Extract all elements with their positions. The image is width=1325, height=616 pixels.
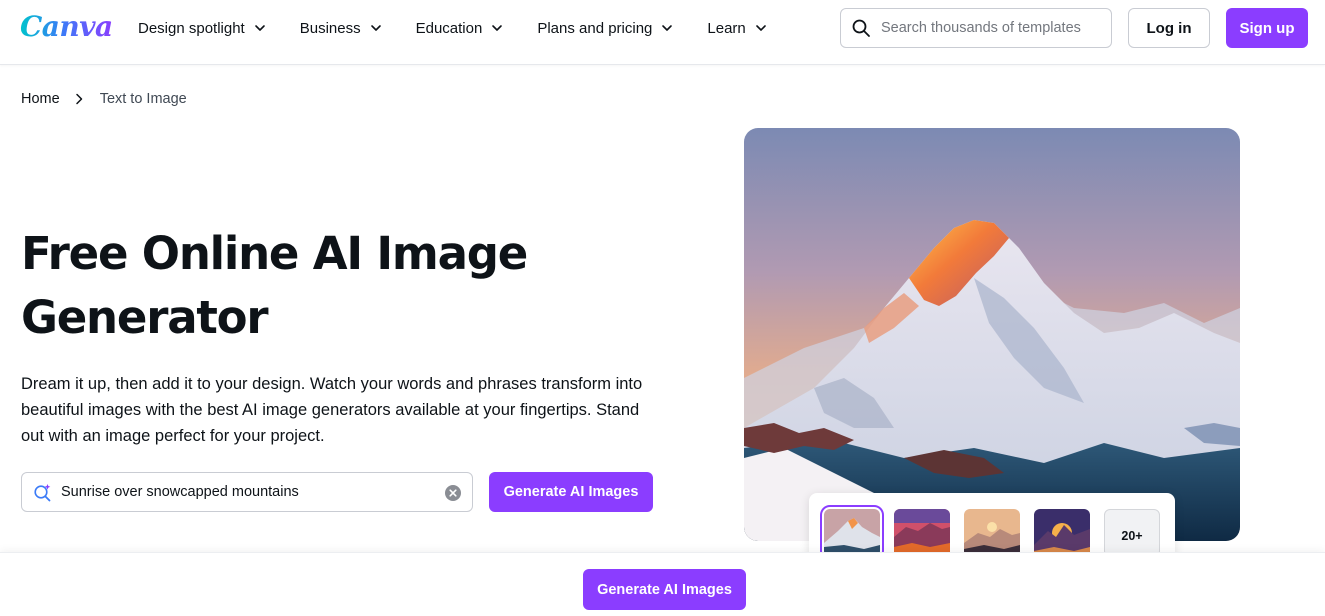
thumbnail-2-image — [894, 509, 950, 557]
nav-label: Plans and pricing — [537, 19, 653, 37]
thumbnail-1[interactable] — [820, 505, 884, 561]
thumbnail-3-image — [964, 509, 1020, 557]
nav-plans-and-pricing[interactable]: Plans and pricing — [537, 20, 673, 37]
nav-label: Learn — [707, 19, 746, 37]
sign-up-button[interactable]: Sign up — [1226, 8, 1308, 48]
breadcrumb-home-link[interactable]: Home — [21, 91, 60, 107]
sticky-cta-bar: Generate AI Images — [0, 552, 1325, 616]
search-icon — [852, 19, 870, 37]
nav-label: Education — [415, 19, 483, 37]
search-input[interactable] — [881, 20, 1101, 36]
chevron-down-icon — [254, 25, 265, 31]
chevron-right-icon — [75, 93, 82, 105]
page-title-line-2: Generator — [21, 291, 269, 344]
nav-business[interactable]: Business — [300, 20, 382, 37]
nav-design-spotlight[interactable]: Design spotlight — [138, 20, 266, 37]
thumbnail-3[interactable] — [964, 509, 1020, 557]
thumbnail-4[interactable] — [1034, 509, 1090, 557]
prompt-field — [21, 472, 473, 512]
clear-icon[interactable] — [445, 485, 461, 501]
magic-search-icon — [34, 484, 51, 502]
main-nav: Design spotlight Business Education Plan… — [138, 0, 801, 56]
page-title-line-1: Free Online AI Image — [21, 227, 528, 280]
breadcrumb-current: Text to Image — [99, 91, 187, 107]
log-in-button[interactable]: Log in — [1128, 8, 1210, 48]
thumbnail-4-image — [1034, 509, 1090, 557]
mountain-illustration — [744, 128, 1240, 541]
page-title: Free Online AI Image Generator — [21, 222, 581, 350]
template-search — [840, 8, 1112, 48]
prompt-input[interactable] — [61, 484, 431, 500]
hero-image — [744, 128, 1240, 541]
hero-description: Dream it up, then add it to your design.… — [21, 375, 643, 445]
chevron-down-icon — [755, 25, 766, 31]
chevron-down-icon — [662, 25, 673, 31]
nav-label: Business — [299, 19, 361, 37]
nav-learn[interactable]: Learn — [707, 20, 766, 37]
nav-label: Design spotlight — [138, 19, 245, 37]
thumbnail-2[interactable] — [894, 509, 950, 557]
more-thumbnails-button[interactable]: 20+ — [1104, 509, 1160, 557]
generate-ai-images-button[interactable]: Generate AI Images — [489, 472, 653, 512]
site-header: Canva Design spotlight Business Educatio… — [0, 0, 1325, 65]
generate-ai-images-sticky-button[interactable]: Generate AI Images — [583, 569, 746, 610]
thumbnail-1-image — [824, 509, 880, 557]
chevron-down-icon — [492, 25, 503, 31]
chevron-down-icon — [370, 25, 381, 31]
nav-education[interactable]: Education — [416, 20, 504, 37]
canva-logo[interactable]: Canva — [20, 10, 113, 43]
breadcrumb: Home Text to Image — [21, 91, 187, 107]
